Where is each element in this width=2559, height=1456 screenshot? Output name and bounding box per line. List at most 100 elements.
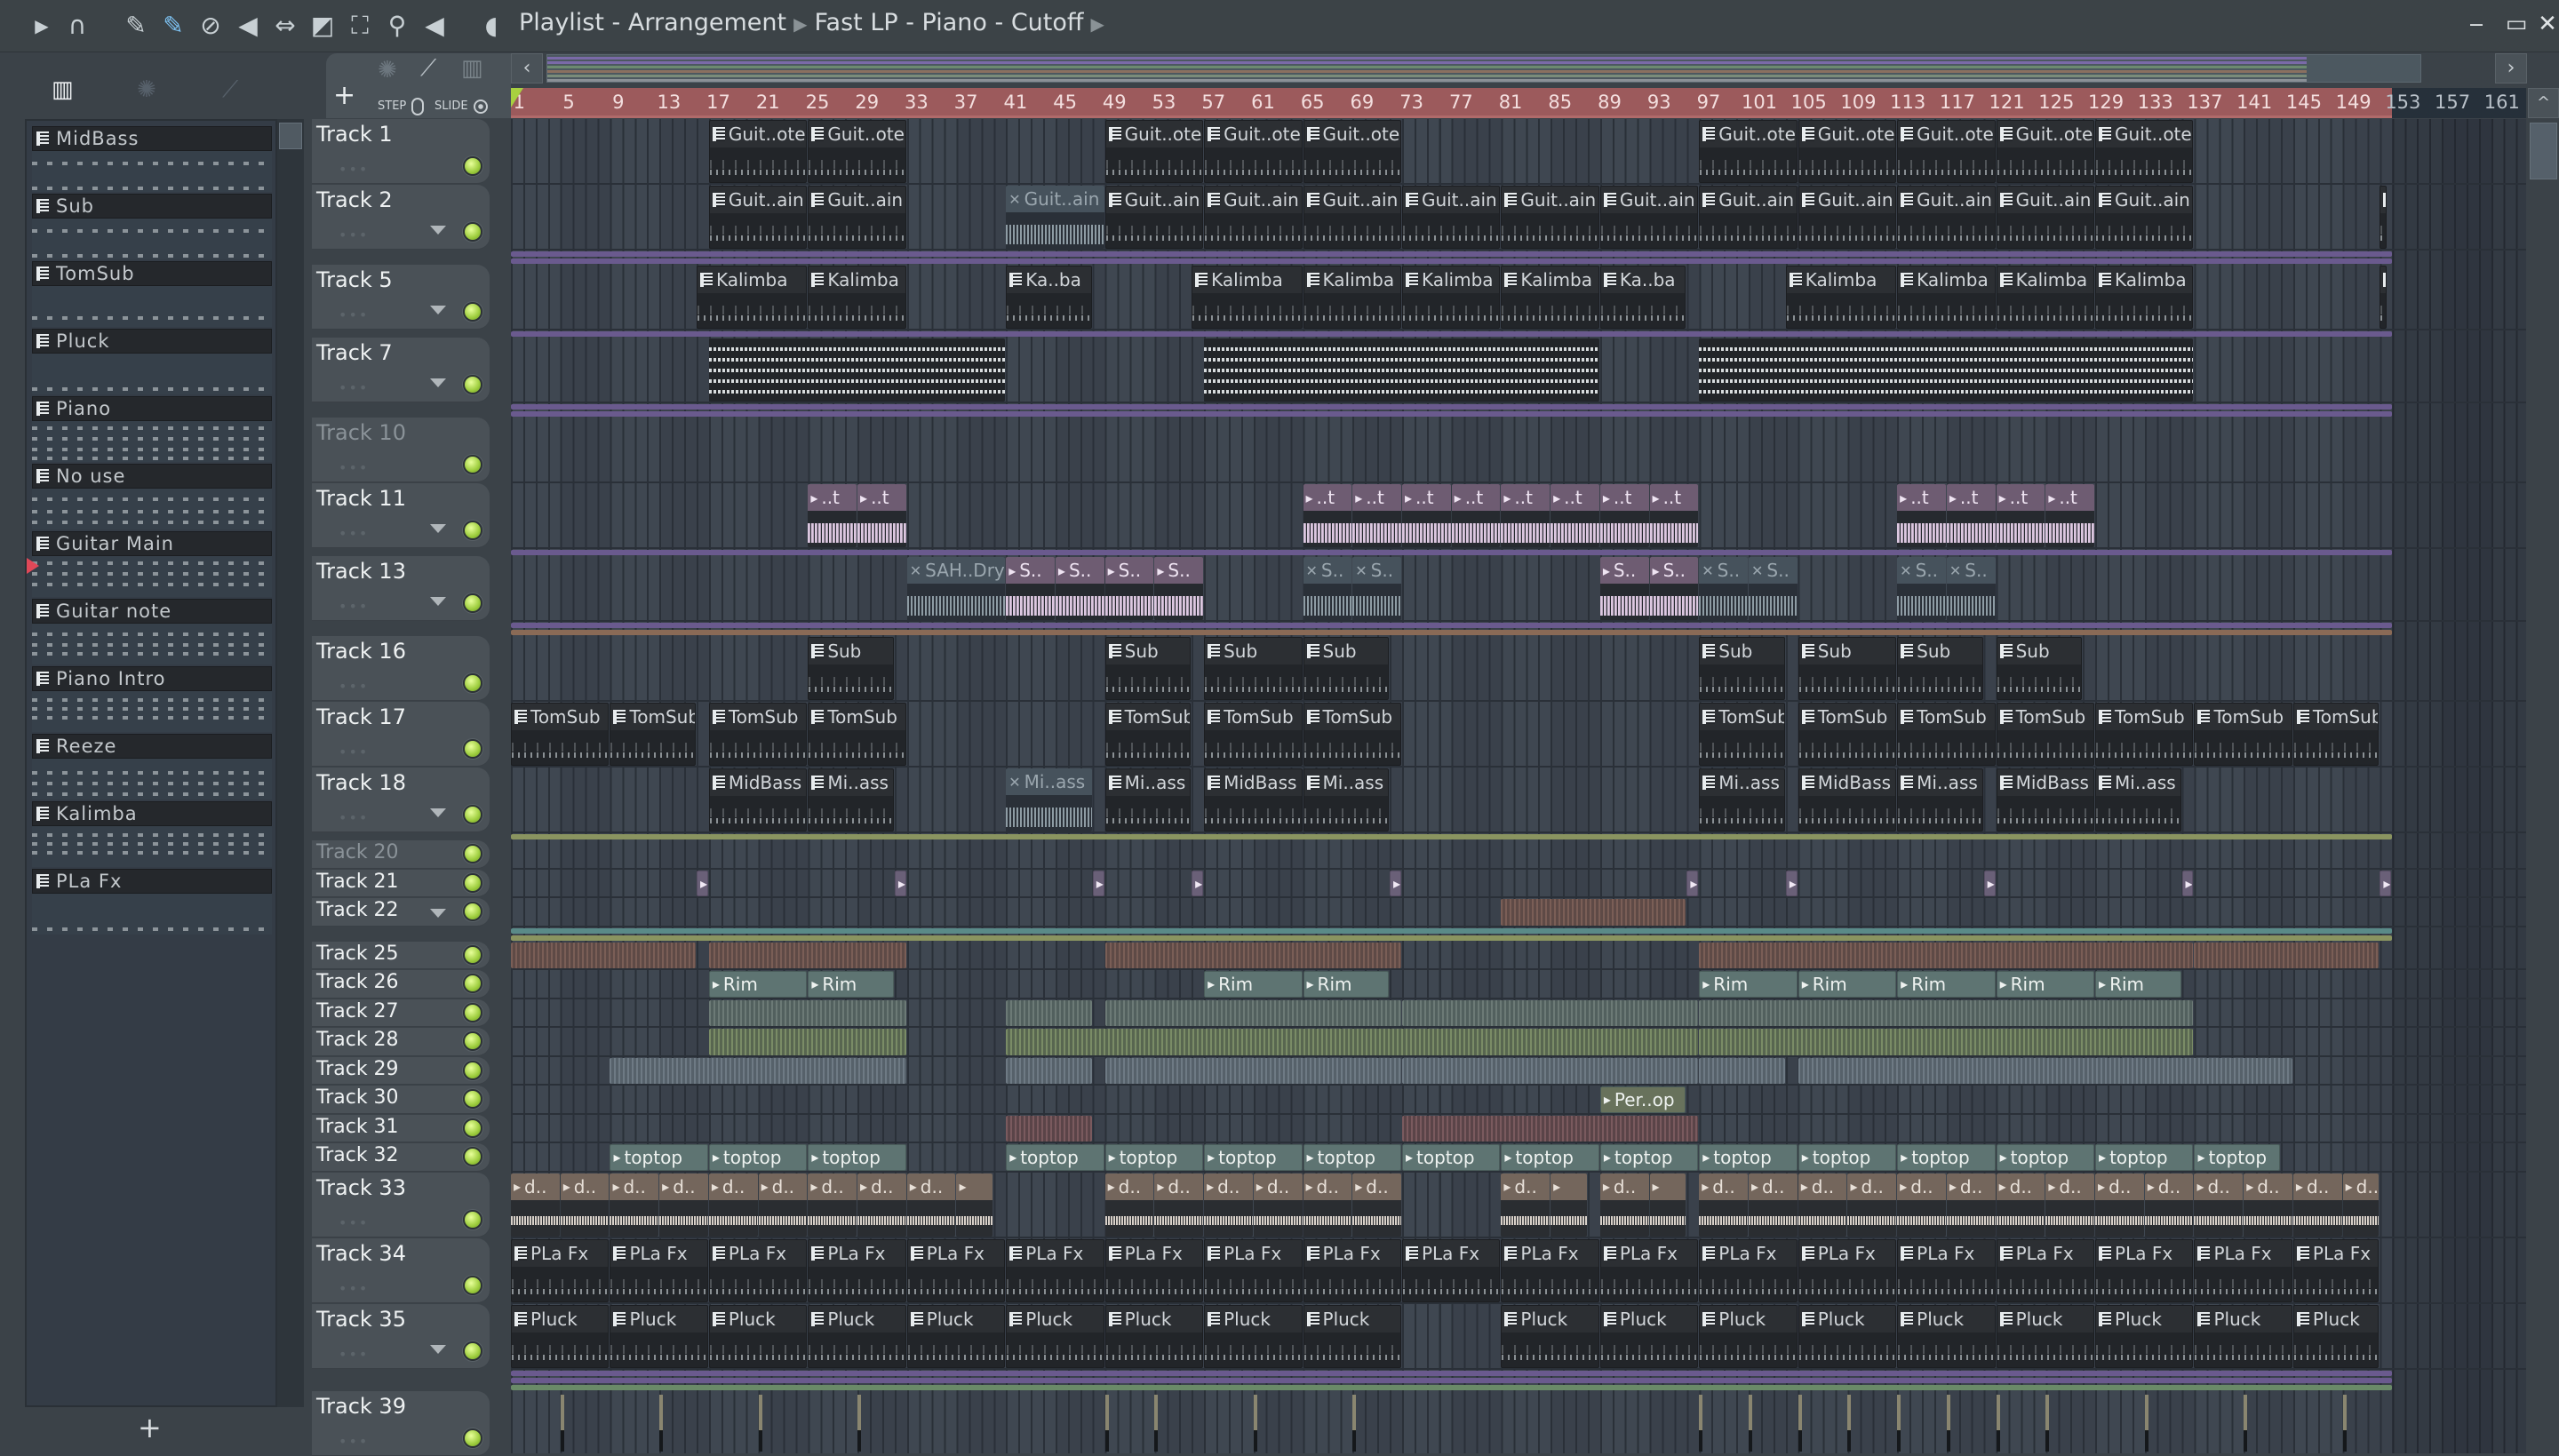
- track-name[interactable]: Track 13: [316, 559, 406, 584]
- scroll-up-button[interactable]: ^: [2528, 88, 2559, 118]
- track-header[interactable]: Track 22: [312, 898, 490, 927]
- track-header[interactable]: Track 32: [312, 1143, 490, 1172]
- track-options-dots[interactable]: •••: [339, 525, 369, 542]
- clip-pat[interactable]: Guit..ain: [1501, 186, 1599, 249]
- clip-dcl[interactable]: ▸ d..: [1204, 1173, 1253, 1237]
- clip-mute[interactable]: ✕ Guit..ain: [1006, 186, 1104, 249]
- clip-pat[interactable]: PLa Fx: [1699, 1238, 1798, 1302]
- clip-dcl[interactable]: ▸ d..: [906, 1173, 956, 1237]
- maximize-button[interactable]: ▭: [2501, 9, 2531, 39]
- track-name[interactable]: Track 26: [316, 971, 399, 993]
- track-header[interactable]: Track 13 •••: [312, 556, 490, 621]
- clip-aud[interactable]: ▸ S..: [1599, 557, 1649, 620]
- track-options-dots[interactable]: •••: [339, 1214, 369, 1231]
- track-mute-led[interactable]: [463, 1060, 482, 1080]
- clip-mute[interactable]: ✕ S..: [1352, 557, 1401, 620]
- clip-pat[interactable]: PLa Fx: [1897, 1238, 1996, 1302]
- clip-aud[interactable]: ▸ ..t: [1599, 484, 1649, 547]
- clip-per[interactable]: ▸ Per..op: [1599, 1086, 1686, 1113]
- track-dropdown-icon[interactable]: [430, 306, 446, 314]
- clip-rim[interactable]: ▸ Rim: [1996, 971, 2095, 998]
- track-header[interactable]: Track 34 •••: [312, 1237, 490, 1303]
- clip-pat[interactable]: Sub: [1204, 637, 1303, 700]
- clip-pat[interactable]: Guit..ote: [808, 120, 906, 183]
- delete-icon[interactable]: ⊘: [195, 11, 226, 41]
- automation-point[interactable]: [1104, 1394, 1109, 1452]
- pattern-item-header[interactable]: TomSub: [32, 261, 272, 286]
- collapsed-track-bar[interactable]: [511, 1384, 2393, 1390]
- picker-scrollbar[interactable]: [277, 119, 304, 1407]
- clip-dcl[interactable]: ▸ d..: [2095, 1173, 2144, 1237]
- track-header[interactable]: Track 20: [312, 840, 490, 869]
- collapsed-track-bar[interactable]: [511, 630, 2393, 635]
- clip-green[interactable]: [708, 999, 906, 1026]
- clip-dcl[interactable]: ▸ d..: [610, 1173, 659, 1237]
- pattern-item[interactable]: Piano: [32, 396, 272, 464]
- clip-green2[interactable]: [708, 1029, 906, 1055]
- track-mute-led[interactable]: [463, 844, 482, 864]
- clip-dcl[interactable]: ▸ d..: [1798, 1173, 1847, 1237]
- track-options-dots[interactable]: •••: [339, 744, 369, 760]
- clip-dcl[interactable]: ▸ d..: [1699, 1173, 1748, 1237]
- track-header[interactable]: Track 11 •••: [312, 483, 490, 548]
- clip-dcl[interactable]: ▸ d..: [708, 1173, 758, 1237]
- clip-pat[interactable]: TomSub: [2292, 703, 2380, 766]
- track-mute-led[interactable]: [463, 1428, 482, 1448]
- collapsed-track-bar[interactable]: [511, 623, 2393, 628]
- clip-dcl[interactable]: ▸ d..: [1253, 1173, 1303, 1237]
- clip-dcl[interactable]: ▸ d..: [2045, 1173, 2095, 1237]
- clip-pat[interactable]: Kalimba: [1785, 266, 1897, 329]
- clip-dcl[interactable]: ▸ d..: [1501, 1173, 1551, 1237]
- clip-rim[interactable]: ▸ Rim: [2095, 971, 2181, 998]
- clip-gray[interactable]: [1401, 1057, 1699, 1084]
- collapsed-track-bar[interactable]: [511, 404, 2393, 410]
- clip-pat[interactable]: Guit..ain: [1104, 186, 1204, 249]
- clip-pat[interactable]: Kalimba: [696, 266, 808, 329]
- pattern-item-header[interactable]: Guitar note: [32, 599, 272, 624]
- clip-pat[interactable]: Sub: [1897, 637, 1983, 700]
- clip-aud[interactable]: ▸ ..t: [1897, 484, 1946, 547]
- waveform-icon[interactable]: ✺: [378, 57, 397, 84]
- clip-pat[interactable]: Pluck: [511, 1304, 610, 1368]
- clip-aud[interactable]: ▸ S..: [1055, 557, 1104, 620]
- piano-roll-icon[interactable]: ▥: [52, 76, 74, 103]
- clip-pat[interactable]: Pluck: [808, 1304, 906, 1368]
- track-header[interactable]: Track 28: [312, 1028, 490, 1056]
- clip-aud[interactable]: ▸ ..t: [857, 484, 906, 547]
- clip-pat[interactable]: TomSub: [2194, 703, 2292, 766]
- clip-green2[interactable]: [1699, 1029, 2194, 1055]
- clip-pat[interactable]: PLa Fx: [808, 1238, 906, 1302]
- clip-blob[interactable]: ▸: [1686, 870, 1699, 896]
- clip-top[interactable]: ▸ toptop: [610, 1144, 708, 1171]
- clip-pat[interactable]: TomSub: [2095, 703, 2194, 766]
- clip-pat[interactable]: Ka..ba: [1006, 266, 1092, 329]
- clip-pat[interactable]: Pluck: [1501, 1304, 1599, 1368]
- speaker-icon[interactable]: ◖: [476, 11, 506, 41]
- clip-dcl[interactable]: ▸ d..: [2244, 1173, 2292, 1237]
- clip-gray[interactable]: [1798, 1057, 2292, 1084]
- clip-pat[interactable]: Guit..ote: [1204, 120, 1303, 183]
- clip-rim[interactable]: ▸ Rim: [1303, 971, 1390, 998]
- clip-notes[interactable]: [1699, 338, 2194, 402]
- clip-aud[interactable]: ▸ ..t: [1946, 484, 1996, 547]
- clip-mute[interactable]: ✕ S..: [1897, 557, 1946, 620]
- clip-green[interactable]: [1104, 999, 1401, 1026]
- clip-rim[interactable]: ▸ Rim: [808, 971, 894, 998]
- clip-green[interactable]: [1006, 999, 1092, 1026]
- clip-gray[interactable]: [1104, 1057, 1401, 1084]
- clip-pat[interactable]: Guit..ain: [1204, 186, 1303, 249]
- clip-pat[interactable]: TomSub: [1104, 703, 1192, 766]
- clip-strip2[interactable]: [1006, 1115, 1092, 1142]
- clip-pat[interactable]: Kalimba: [1897, 266, 1996, 329]
- clip-pat[interactable]: PLa Fx: [1401, 1238, 1501, 1302]
- pattern-item[interactable]: MidBass: [32, 126, 272, 194]
- clip-pat[interactable]: Sub: [1303, 637, 1390, 700]
- clip-pat[interactable]: Pluck: [610, 1304, 708, 1368]
- track-dropdown-icon[interactable]: [430, 1344, 446, 1354]
- pattern-item[interactable]: Kalimba: [32, 801, 272, 869]
- clip-top[interactable]: ▸ toptop: [1897, 1144, 1996, 1171]
- clip-pat[interactable]: Guit..ain: [708, 186, 808, 249]
- clip-aud[interactable]: ▸ ..t: [808, 484, 857, 547]
- clip-green[interactable]: [1699, 999, 2194, 1026]
- add-pattern-button[interactable]: +: [138, 1411, 162, 1444]
